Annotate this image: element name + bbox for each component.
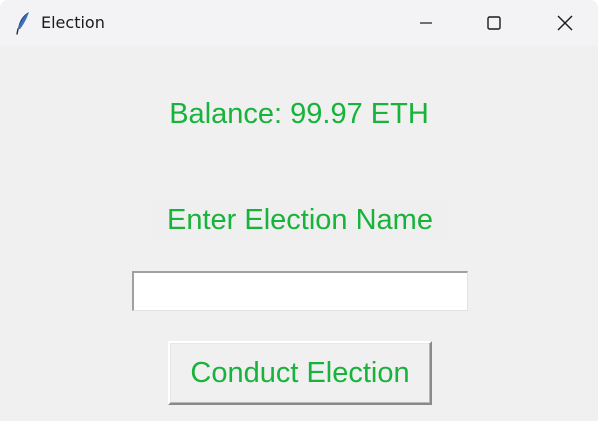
election-window: Election Balance: 99.97 ETH Enter Electi… bbox=[0, 0, 598, 421]
window-title: Election bbox=[41, 13, 105, 32]
conduct-election-button[interactable]: Conduct Election bbox=[168, 341, 432, 405]
close-button[interactable] bbox=[530, 0, 598, 46]
minimize-icon bbox=[419, 16, 433, 30]
minimize-button[interactable] bbox=[391, 0, 461, 46]
balance-label: Balance: 99.97 ETH bbox=[169, 98, 429, 130]
maximize-button[interactable] bbox=[459, 0, 529, 46]
feather-icon bbox=[14, 11, 34, 35]
maximize-icon bbox=[487, 16, 501, 30]
election-name-prompt: Enter Election Name bbox=[151, 199, 449, 241]
election-name-input[interactable] bbox=[132, 271, 468, 311]
title-bar[interactable]: Election bbox=[0, 0, 598, 46]
close-icon bbox=[557, 15, 573, 31]
